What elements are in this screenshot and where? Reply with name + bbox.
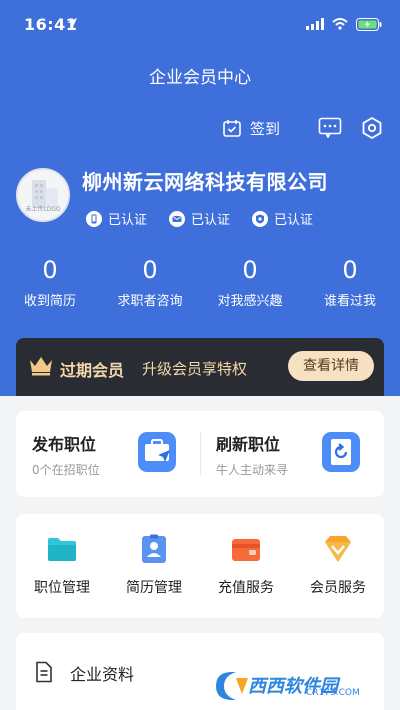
post-job-subtitle: 0个在招职位	[32, 463, 100, 477]
refresh-job-title: 刷新职位	[216, 435, 281, 454]
header: 16:41 企业会员中心 签到 未上传LOGO 柳州新云网络科技有限公司 已认证…	[0, 0, 400, 396]
crown-icon	[30, 357, 52, 376]
certification-row: 已认证 已认证 已认证	[86, 209, 313, 228]
stat-jobseeker-inquiries[interactable]: 0 求职者咨询	[100, 256, 200, 309]
stat-interested-in-me[interactable]: 0 对我感兴趣	[200, 256, 300, 309]
folder-icon	[48, 538, 76, 561]
grid-label: 充值服务	[218, 580, 274, 596]
company-name: 柳州新云网络科技有限公司	[82, 170, 328, 194]
cert-license: 已认证	[252, 209, 313, 228]
refresh-document-icon	[322, 432, 360, 472]
avatar-placeholder-text: 未上传LOGO	[25, 206, 61, 213]
top-actions: 签到	[222, 114, 386, 142]
service-grid-card: 职位管理 简历管理 充值服务 会员服务	[16, 514, 384, 618]
stat-resumes-received[interactable]: 0 收到简历	[0, 256, 100, 309]
stat-value: 0	[42, 256, 58, 284]
stat-value: 0	[342, 256, 358, 284]
job-management-item[interactable]: 职位管理	[16, 514, 108, 618]
calendar-check-icon	[223, 120, 241, 137]
signal-icon	[306, 18, 324, 30]
vip-details-button[interactable]: 查看详情	[288, 351, 374, 381]
phone-icon	[86, 210, 102, 227]
gear-icon	[362, 116, 382, 140]
cert-phone: 已认证	[86, 209, 147, 228]
location-arrow-icon	[67, 18, 77, 28]
stat-who-viewed-me[interactable]: 0 谁看过我	[300, 256, 400, 309]
battery-icon	[356, 17, 382, 31]
building-icon	[32, 180, 58, 208]
cert-phone-label: 已认证	[108, 213, 148, 228]
wallet-icon	[232, 539, 260, 561]
stat-value: 0	[242, 256, 258, 284]
watermark-url: CR173.COM	[306, 688, 360, 698]
vip-description: 升级会员享特权	[142, 360, 248, 378]
settings-button[interactable]	[358, 114, 386, 142]
company-logo-avatar[interactable]: 未上传LOGO	[16, 168, 70, 222]
document-icon	[36, 661, 52, 683]
mail-icon	[169, 210, 186, 227]
stat-value: 0	[142, 256, 158, 284]
resume-icon	[142, 534, 166, 563]
job-actions-card: 发布职位 0个在招职位 刷新职位 牛人主动来寻	[16, 411, 384, 497]
post-job-title: 发布职位	[32, 435, 97, 454]
resume-management-item[interactable]: 简历管理	[108, 514, 200, 618]
grid-label: 简历管理	[126, 580, 182, 596]
message-icon	[318, 117, 342, 139]
vip-status: 过期会员	[60, 361, 125, 380]
vip-diamond-icon	[325, 536, 351, 562]
member-service-item[interactable]: 会员服务	[292, 514, 384, 618]
cert-mail-label: 已认证	[191, 213, 231, 228]
license-icon	[252, 210, 269, 227]
post-job-item[interactable]: 发布职位 0个在招职位	[16, 411, 200, 497]
signin-button[interactable]: 签到	[222, 118, 280, 139]
signin-label: 签到	[249, 119, 280, 138]
message-button[interactable]	[316, 114, 344, 142]
status-icons	[306, 16, 382, 32]
grid-label: 职位管理	[34, 580, 90, 596]
cert-mail: 已认证	[169, 209, 230, 228]
cert-license-label: 已认证	[274, 213, 314, 228]
page-title: 企业会员中心	[149, 68, 251, 88]
stat-label: 求职者咨询	[117, 294, 183, 309]
status-bar: 16:41	[0, 0, 400, 50]
stat-label: 谁看过我	[323, 294, 376, 309]
refresh-job-item[interactable]: 刷新职位 牛人主动来寻	[200, 411, 384, 497]
company-profile-label: 企业资料	[70, 665, 135, 684]
recharge-service-item[interactable]: 充值服务	[200, 514, 292, 618]
briefcase-send-icon	[138, 432, 176, 472]
stats-row: 0 收到简历 0 求职者咨询 0 对我感兴趣 0 谁看过我	[0, 256, 400, 309]
refresh-job-subtitle: 牛人主动来寻	[216, 463, 289, 477]
grid-label: 会员服务	[310, 580, 366, 596]
vip-banner: 过期会员 升级会员享特权 查看详情	[16, 338, 384, 396]
wifi-icon	[332, 18, 348, 30]
stat-label: 收到简历	[23, 294, 76, 309]
stat-label: 对我感兴趣	[217, 294, 283, 309]
watermark: 西西软件园 CR173.COM	[210, 668, 390, 704]
